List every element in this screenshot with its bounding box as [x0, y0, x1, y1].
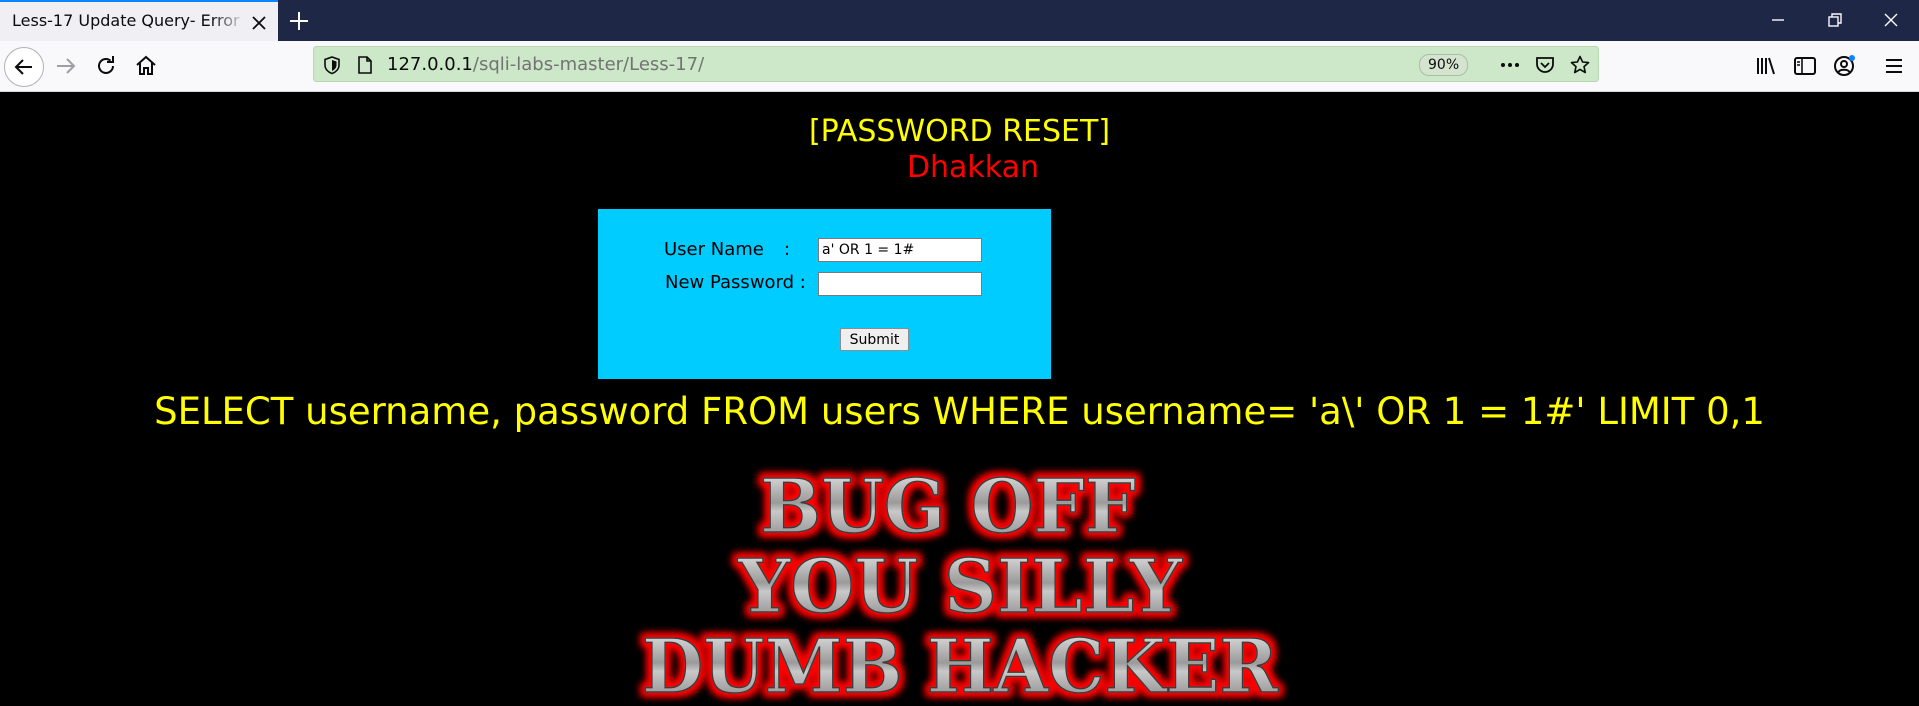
reload-icon[interactable] — [92, 52, 120, 80]
menu-icon[interactable] — [1880, 52, 1908, 80]
url-text[interactable]: 127.0.0.1/sqli-labs-master/Less-17/ — [387, 54, 704, 75]
slogan-line-3: DUMB HACKER — [642, 624, 1278, 706]
slogan-graphic: BUG OFF YOU SILLY DUMB HACKER — [641, 463, 1279, 706]
minimize-icon[interactable] — [1768, 10, 1788, 30]
star-icon[interactable] — [1569, 54, 1591, 76]
username-label: User Name — [664, 239, 764, 260]
page-icon[interactable] — [354, 54, 376, 76]
account-icon[interactable] — [1830, 52, 1858, 80]
url-host: 127.0.0.1 — [387, 54, 473, 75]
tab-title: Less-17 Update Query- Error based — [12, 11, 246, 30]
page-heading: [PASSWORD RESET] — [808, 114, 1111, 149]
sidebar-icon[interactable] — [1791, 52, 1819, 80]
url-bar[interactable]: 127.0.0.1/sqli-labs-master/Less-17/ 90% — [313, 46, 1599, 82]
slogan-line-2: YOU SILLY — [737, 544, 1183, 630]
username-colon: : — [784, 239, 791, 260]
restore-icon[interactable] — [1825, 10, 1845, 30]
plus-icon[interactable] — [288, 10, 310, 32]
nav-bar: 127.0.0.1/sqli-labs-master/Less-17/ 90% — [0, 41, 1919, 92]
new-password-label: New Password : — [665, 272, 806, 293]
library-icon[interactable] — [1752, 52, 1780, 80]
page-subheading: Dhakkan — [906, 150, 1040, 185]
slogan-line-1: BUG OFF — [760, 464, 1136, 550]
shield-icon[interactable] — [321, 54, 343, 76]
forward-icon[interactable] — [52, 52, 80, 80]
sql-query-text: SELECT username, password FROM users WHE… — [154, 390, 1765, 433]
back-icon — [14, 59, 32, 75]
window-close-icon[interactable] — [1881, 10, 1901, 30]
submit-button[interactable]: Submit — [840, 328, 909, 351]
new-password-input[interactable] — [818, 272, 982, 296]
tab-strip: Less-17 Update Query- Error based — [0, 0, 1919, 41]
zoom-badge[interactable]: 90% — [1419, 54, 1469, 76]
username-input[interactable] — [818, 238, 982, 262]
close-icon[interactable] — [250, 14, 268, 32]
back-button[interactable] — [4, 47, 44, 87]
pocket-icon[interactable] — [1534, 54, 1556, 76]
home-icon[interactable] — [132, 52, 160, 80]
more-icon[interactable] — [1499, 54, 1521, 76]
tab-active[interactable]: Less-17 Update Query- Error based — [0, 0, 278, 41]
url-path: /sqli-labs-master/Less-17/ — [472, 54, 705, 75]
password-reset-form: User Name : New Password : Submit — [598, 209, 1051, 379]
